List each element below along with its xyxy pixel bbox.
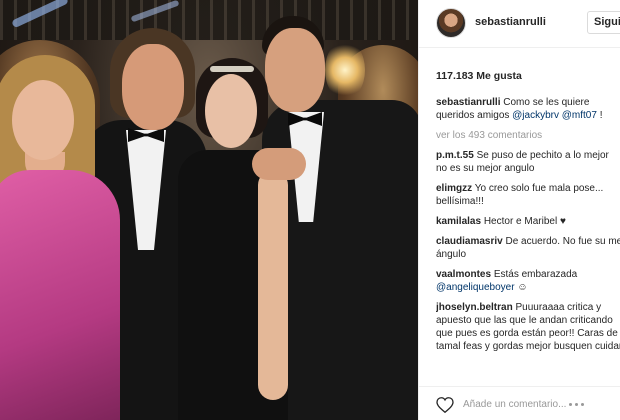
comment-text: Estás embarazada	[493, 269, 578, 280]
comment-text: que pues es gorda están peor!! Caras de	[436, 328, 618, 339]
post-photo[interactable]	[0, 0, 418, 420]
caption-text: queridos amigos	[436, 110, 510, 121]
likes-count[interactable]: 117.183 Me gusta	[436, 70, 522, 82]
comment-text: ángulo	[436, 249, 467, 260]
post-sidebar: sebastianrulli Siguiendo 117.183 Me gust…	[418, 0, 620, 420]
mention-link[interactable]: @mft07	[562, 110, 597, 121]
person-dress	[0, 170, 120, 420]
comment-username[interactable]: elimgzz	[436, 183, 472, 194]
person-face	[265, 28, 325, 112]
comment-text: no es su mejor angulo	[436, 163, 535, 174]
caption-suffix: !	[599, 110, 603, 121]
comment-text: Puuuraaaa critica y	[515, 302, 602, 313]
comment-bar: Añade un comentario...	[419, 386, 620, 420]
black-heart-emoji: ♥	[557, 216, 566, 227]
comments-list: sebastianrulli Como se les quiere querid…	[436, 96, 620, 360]
comment-text: De acuerdo. No fue su mejor	[505, 236, 620, 247]
comment-username[interactable]: jhoselyn.beltran	[436, 302, 513, 313]
comment-text: Se puso de pechito a lo mejor	[476, 150, 609, 161]
comment-text: apuesto que las que le andan criticando	[436, 315, 613, 326]
background-balcony	[0, 0, 418, 40]
comment-item: vaalmontes Estás embarazada @angeliquebo…	[436, 268, 620, 294]
comment-text: bellísima!!!	[436, 196, 484, 207]
person-hand	[252, 148, 306, 180]
comment-text: Hector e Maribel	[483, 216, 558, 227]
caption: sebastianrulli Como se les quiere querid…	[436, 96, 620, 122]
view-all-comments-link[interactable]: ver los 493 comentarios	[436, 129, 620, 142]
person-face	[12, 80, 74, 160]
caption-text: Como se les quiere	[503, 97, 590, 108]
tiara	[210, 66, 254, 72]
comment-username[interactable]: p.m.t.55	[436, 150, 474, 161]
person-arm	[258, 170, 288, 400]
heart-icon[interactable]	[436, 397, 454, 413]
add-comment-input[interactable]: Añade un comentario...	[463, 399, 566, 410]
comment-item: elimgzz Yo creo solo fue mala pose... be…	[436, 182, 620, 208]
post-header: sebastianrulli Siguiendo	[419, 0, 620, 48]
avatar[interactable]	[436, 8, 466, 38]
mention-link[interactable]: @angeliqueboyer	[436, 282, 515, 293]
person-face	[122, 44, 184, 130]
comment-text: Yo creo solo fue mala pose...	[474, 183, 604, 194]
comment-text: tamal feas y gordas mejor busquen cuidar…	[436, 341, 620, 352]
comment-item: kamilalas Hector e Maribel ♥	[436, 215, 620, 228]
mention-link[interactable]: @jackybrv	[512, 110, 559, 121]
comment-username[interactable]: claudiamasriv	[436, 236, 503, 247]
comment-username[interactable]: kamilalas	[436, 216, 481, 227]
following-button[interactable]: Siguiendo	[587, 11, 620, 34]
caption-username[interactable]: sebastianrulli	[436, 97, 500, 108]
neutral-face-emoji: ☺	[514, 282, 528, 293]
comment-item: p.m.t.55 Se puso de pechito a lo mejor n…	[436, 149, 620, 175]
comment-item: jhoselyn.beltran Puuuraaaa critica y apu…	[436, 301, 620, 353]
chandelier	[325, 40, 365, 100]
comment-item: claudiamasriv De acuerdo. No fue su mejo…	[436, 235, 620, 261]
more-options-icon[interactable]	[569, 403, 593, 407]
header-username[interactable]: sebastianrulli	[475, 16, 546, 28]
person-face	[205, 74, 257, 148]
comment-username[interactable]: vaalmontes	[436, 269, 491, 280]
